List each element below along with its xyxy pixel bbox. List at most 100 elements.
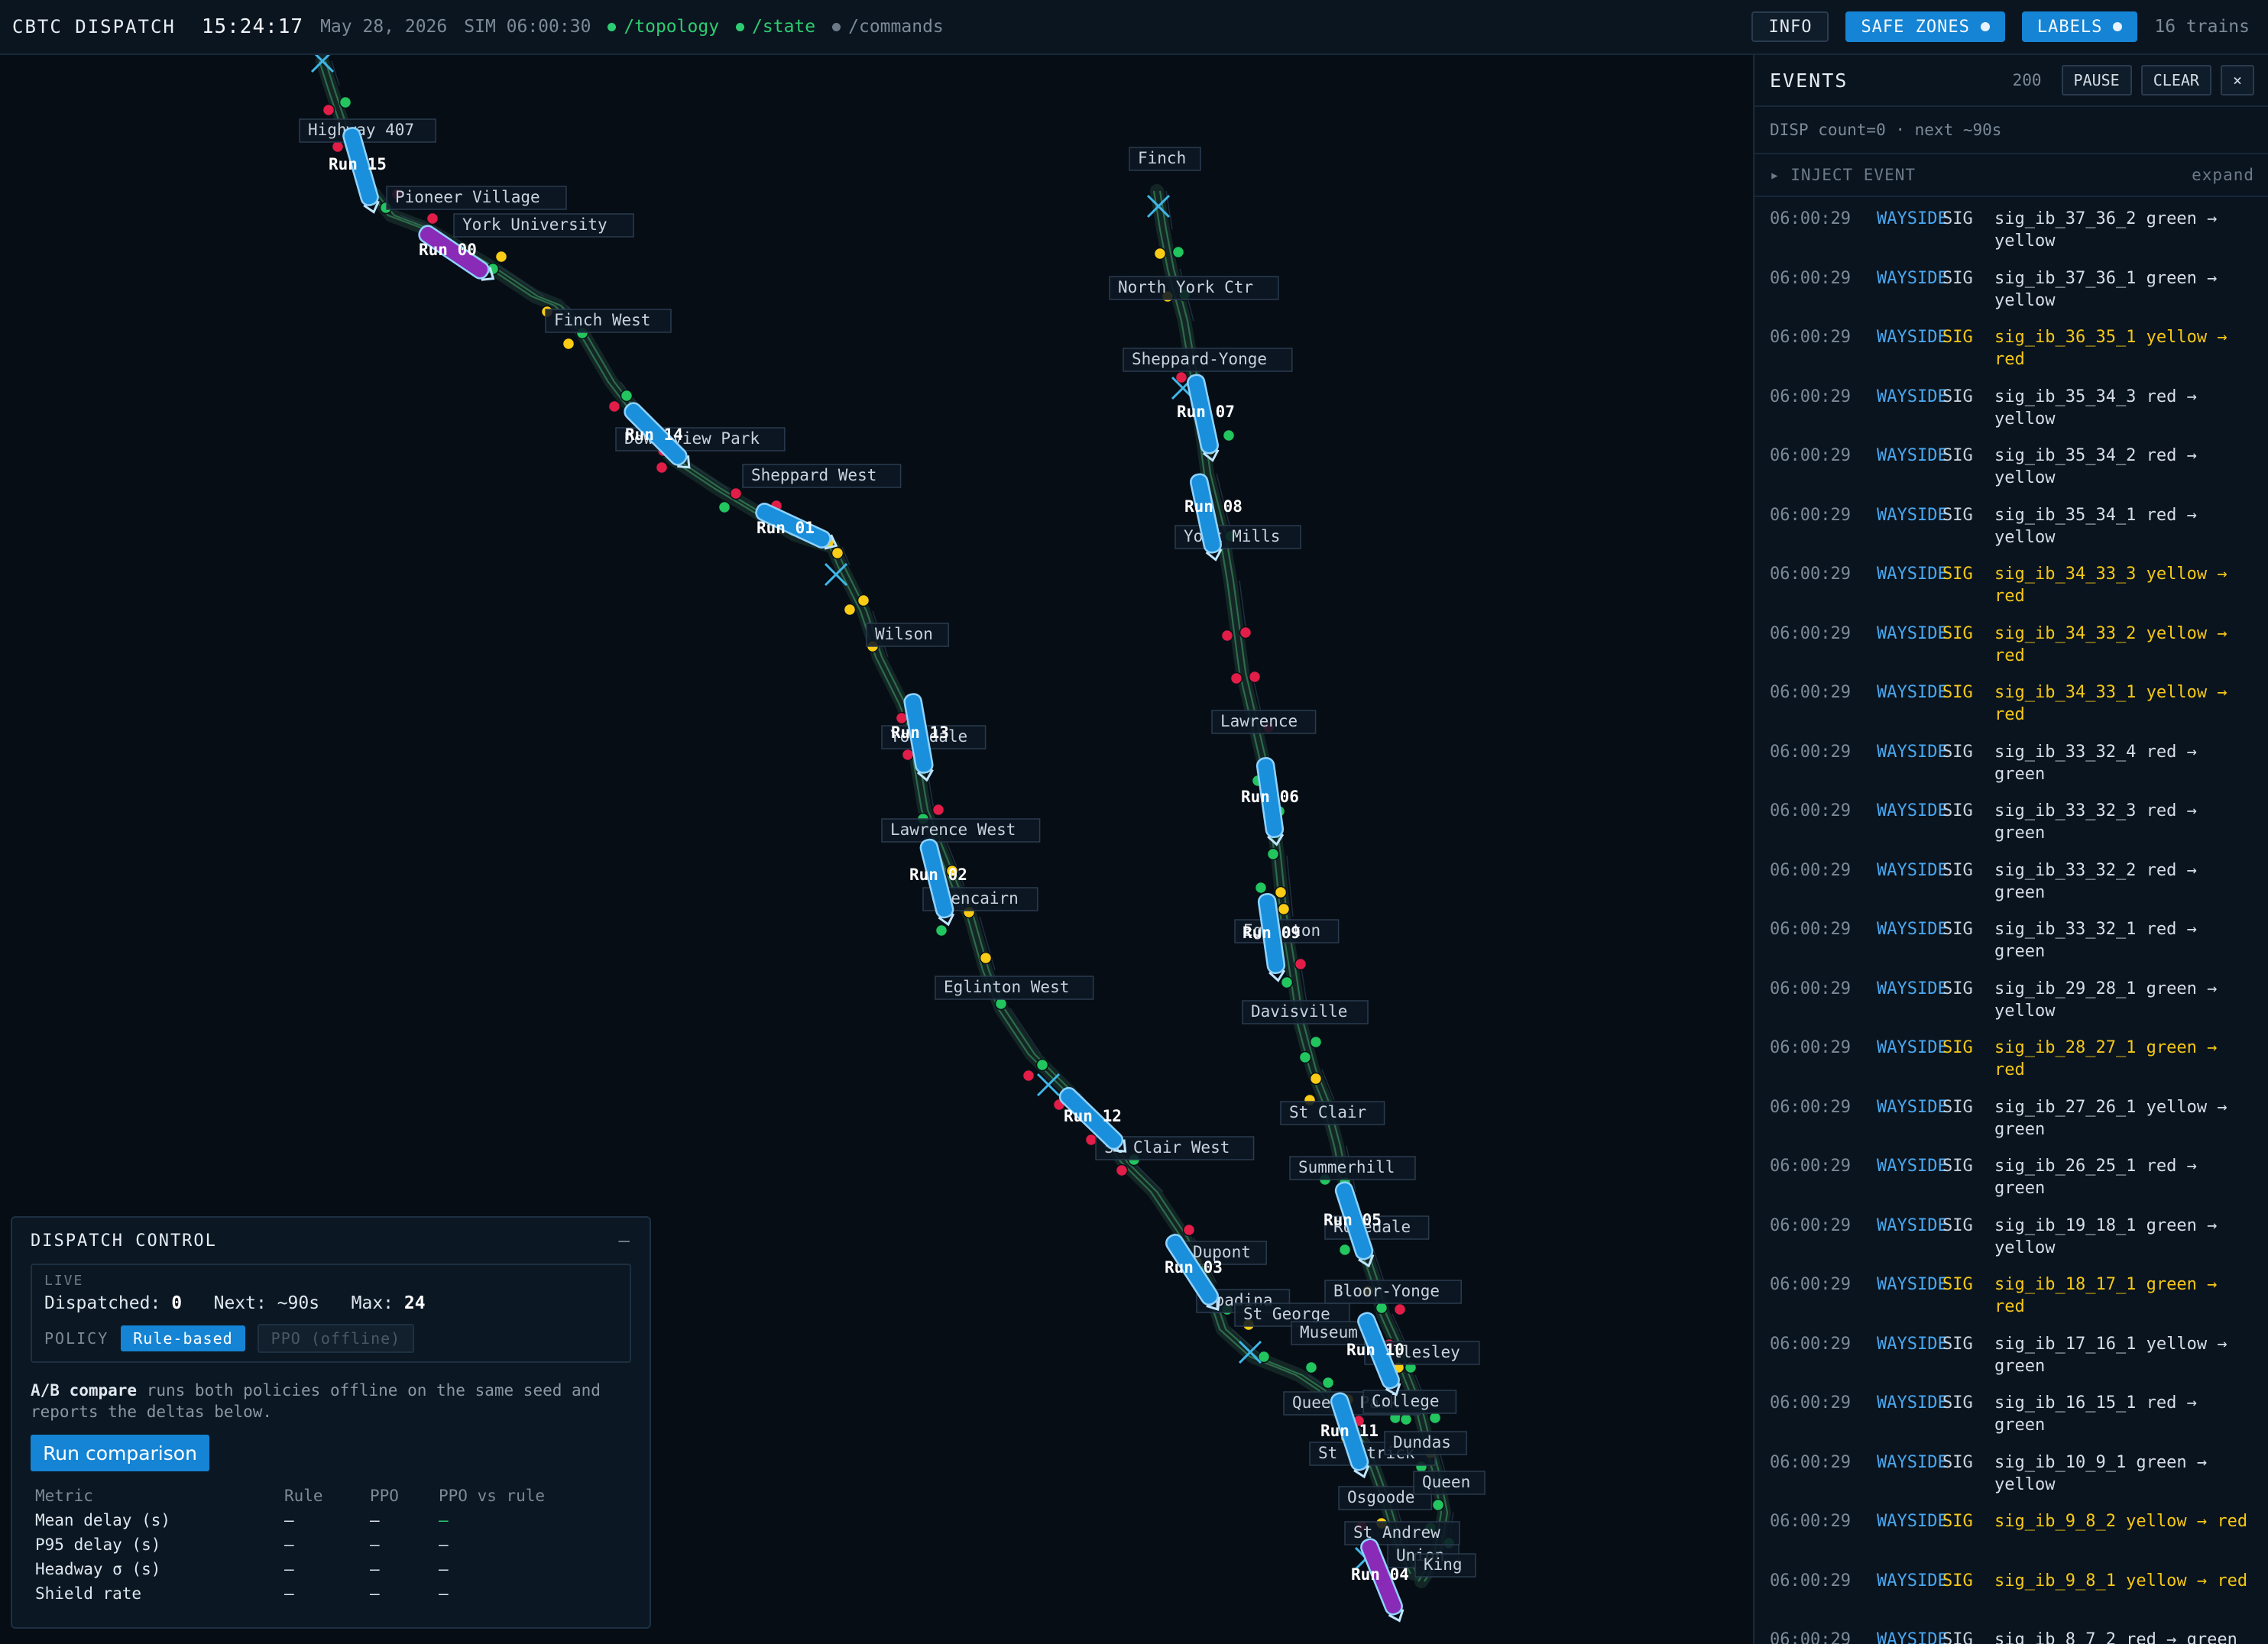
- app-title: CBTC DISPATCH: [12, 16, 176, 37]
- metric-cell: Headway σ (s): [35, 1560, 161, 1578]
- event-row[interactable]: 06:00:29 WAYSIDE SIG sig_ib_33_32_2 red → g…: [1754, 853, 2268, 913]
- station-label: Lawrence: [1220, 712, 1298, 730]
- station-label: Sheppard West: [751, 466, 876, 484]
- event-row[interactable]: 06:00:29 WAYSIDE SIG sig_ib_33_32_4 red → g…: [1754, 735, 2268, 794]
- event-row[interactable]: 06:00:29 WAYSIDE SIG sig_ib_19_18_1 green →…: [1754, 1209, 2268, 1268]
- close-icon[interactable]: ×: [2220, 65, 2254, 95]
- event-row[interactable]: 06:00:29 WAYSIDE SIG sig_ib_8_7_2 red → gre…: [1754, 1623, 2268, 1644]
- event-kind: SIG: [1942, 623, 1973, 643]
- signal-icon: [1277, 902, 1291, 916]
- ab-compare-description: A/B compare runs both policies offline o…: [31, 1380, 631, 1422]
- event-row[interactable]: 06:00:29 WAYSIDE SIG sig_ib_33_32_3 red → g…: [1754, 794, 2268, 853]
- event-kind: SIG: [1942, 505, 1973, 525]
- labels-toggle[interactable]: LABELS: [2021, 11, 2138, 42]
- event-kind: SIG: [1942, 1571, 1973, 1591]
- rule-cell: —: [284, 1584, 294, 1603]
- train-label: Run 04: [1351, 1565, 1409, 1584]
- station-label: Museum: [1300, 1323, 1358, 1341]
- signal-icon: [1321, 1376, 1335, 1390]
- expand-link[interactable]: expand: [2192, 166, 2254, 184]
- station-label: Finch West: [554, 311, 650, 329]
- event-row[interactable]: 06:00:29 WAYSIDE SIG sig_ib_16_15_1 red → g…: [1754, 1386, 2268, 1445]
- event-row[interactable]: 06:00:29 WAYSIDE SIG sig_ib_37_36_1 green →…: [1754, 261, 2268, 321]
- event-source: WAYSIDE: [1877, 1157, 1948, 1176]
- event-time: 06:00:29: [1770, 920, 1851, 939]
- event-row[interactable]: 06:00:29 WAYSIDE SIG sig_ib_36_35_1 yellow …: [1754, 320, 2268, 380]
- event-row[interactable]: 06:00:29 WAYSIDE SIG sig_ib_9_8_1 yellow → …: [1754, 1564, 2268, 1623]
- info-button[interactable]: INFO: [1751, 11, 1829, 42]
- event-message: sig_ib_9_8_2 yellow → red: [1994, 1512, 2248, 1531]
- signal-icon: [1274, 885, 1288, 899]
- station-label: Lawrence West: [890, 820, 1016, 839]
- station-label: York Mills: [1184, 527, 1280, 545]
- inject-event-toggle[interactable]: ▸ INJECT EVENT expand: [1754, 154, 2268, 197]
- event-row[interactable]: 06:00:29 WAYSIDE SIG sig_ib_33_32_1 red → g…: [1754, 912, 2268, 972]
- event-row[interactable]: 06:00:29 WAYSIDE SIG sig_ib_34_33_1 yellow …: [1754, 675, 2268, 735]
- event-row[interactable]: 06:00:29 WAYSIDE SIG sig_ib_9_8_2 yellow → …: [1754, 1504, 2268, 1564]
- event-row[interactable]: 06:00:29 WAYSIDE SIG sig_ib_18_17_1 green →…: [1754, 1267, 2268, 1327]
- header-metric: Metric: [35, 1487, 93, 1505]
- clear-button[interactable]: CLEAR: [2140, 65, 2211, 95]
- events-title: EVENTS: [1770, 69, 1848, 92]
- event-kind: SIG: [1942, 446, 1973, 465]
- dispatch-control-panel: DISPATCH CONTROL – LIVE Dispatched: 0 Ne…: [11, 1216, 651, 1629]
- events-panel: EVENTS 200 PAUSE CLEAR × DISP count=0 · …: [1753, 55, 2268, 1644]
- policy-ppo-button[interactable]: PPO (offline): [257, 1324, 415, 1353]
- event-row[interactable]: 06:00:29 WAYSIDE SIG sig_ib_17_16_1 yellow …: [1754, 1327, 2268, 1387]
- event-row[interactable]: 06:00:29 WAYSIDE SIG sig_ib_34_33_3 yellow …: [1754, 557, 2268, 616]
- event-row[interactable]: 06:00:29 WAYSIDE SIG sig_ib_35_34_3 red → y…: [1754, 380, 2268, 439]
- event-message: sig_ib_28_27_1 green → red: [1994, 1038, 2218, 1079]
- signal-icon: [729, 487, 743, 500]
- event-message: sig_ib_37_36_1 green → yellow: [1994, 268, 2218, 310]
- policy-rule-based-button[interactable]: Rule-based: [121, 1325, 245, 1351]
- ppo-cell: —: [370, 1536, 380, 1554]
- safe-zones-toggle[interactable]: SAFE ZONES: [1845, 11, 2005, 42]
- events-list[interactable]: 06:00:29 WAYSIDE SIG sig_ib_37_36_2 green →…: [1754, 197, 2268, 1644]
- event-row[interactable]: 06:00:29 WAYSIDE SIG sig_ib_10_9_1 green → …: [1754, 1445, 2268, 1505]
- event-row[interactable]: 06:00:29 WAYSIDE SIG sig_ib_28_27_1 green →…: [1754, 1031, 2268, 1090]
- event-message: sig_ib_10_9_1 green → yellow: [1994, 1452, 2208, 1494]
- station-label: St George: [1243, 1305, 1330, 1323]
- event-time: 06:00:29: [1770, 1215, 1851, 1235]
- event-row[interactable]: 06:00:29 WAYSIDE SIG sig_ib_26_25_1 red → g…: [1754, 1149, 2268, 1209]
- station-label: Osgoode: [1347, 1488, 1415, 1506]
- event-message: sig_ib_35_34_1 red → yellow: [1994, 505, 2197, 547]
- train-label: Run 00: [419, 241, 477, 259]
- event-time: 06:00:29: [1770, 623, 1851, 643]
- rule-cell: —: [284, 1536, 294, 1554]
- train-label: Run 13: [891, 723, 949, 742]
- event-source: WAYSIDE: [1877, 801, 1948, 820]
- run-comparison-button[interactable]: Run comparison: [31, 1435, 209, 1471]
- station-label: Eglinton West: [944, 978, 1069, 996]
- event-message: sig_ib_33_32_1 red → green: [1994, 920, 2197, 961]
- station-label: Queen: [1422, 1473, 1470, 1491]
- event-row[interactable]: 06:00:29 WAYSIDE SIG sig_ib_35_34_2 red → y…: [1754, 439, 2268, 498]
- event-kind: SIG: [1942, 565, 1973, 584]
- metric-cell: Mean delay (s): [35, 1511, 171, 1529]
- station-label: St Andrew: [1353, 1523, 1440, 1542]
- event-row[interactable]: 06:00:29 WAYSIDE SIG sig_ib_27_26_1 yellow …: [1754, 1090, 2268, 1150]
- train-label: Run 02: [909, 866, 967, 884]
- signal-icon: [426, 212, 439, 225]
- event-kind: SIG: [1942, 1275, 1973, 1294]
- event-row[interactable]: 06:00:29 WAYSIDE SIG sig_ib_37_36_2 green →…: [1754, 202, 2268, 261]
- event-time: 06:00:29: [1770, 328, 1851, 347]
- signal-icon: [1084, 1133, 1098, 1147]
- header-ppo: PPO: [370, 1487, 399, 1505]
- event-row[interactable]: 06:00:29 WAYSIDE SIG sig_ib_34_33_2 yellow …: [1754, 616, 2268, 676]
- delta-cell: —: [439, 1511, 449, 1529]
- event-message: sig_ib_37_36_2 green → yellow: [1994, 209, 2218, 251]
- event-source: WAYSIDE: [1877, 1097, 1948, 1117]
- event-source: WAYSIDE: [1877, 1275, 1948, 1294]
- dispatch-summary: DISP count=0 · next ~90s: [1754, 107, 2268, 154]
- minimize-button[interactable]: –: [619, 1230, 631, 1251]
- ppo-cell: —: [370, 1584, 380, 1603]
- event-message: sig_ib_17_16_1 yellow → green: [1994, 1334, 2228, 1376]
- event-row[interactable]: 06:00:29 WAYSIDE SIG sig_ib_29_28_1 green →…: [1754, 972, 2268, 1031]
- pause-button[interactable]: PAUSE: [2061, 65, 2132, 95]
- event-row[interactable]: 06:00:29 WAYSIDE SIG sig_ib_35_34_1 red → y…: [1754, 498, 2268, 558]
- event-kind: SIG: [1942, 683, 1973, 702]
- event-message: sig_ib_33_32_2 red → green: [1994, 860, 2197, 902]
- event-kind: SIG: [1942, 1157, 1973, 1176]
- event-source: WAYSIDE: [1877, 446, 1948, 465]
